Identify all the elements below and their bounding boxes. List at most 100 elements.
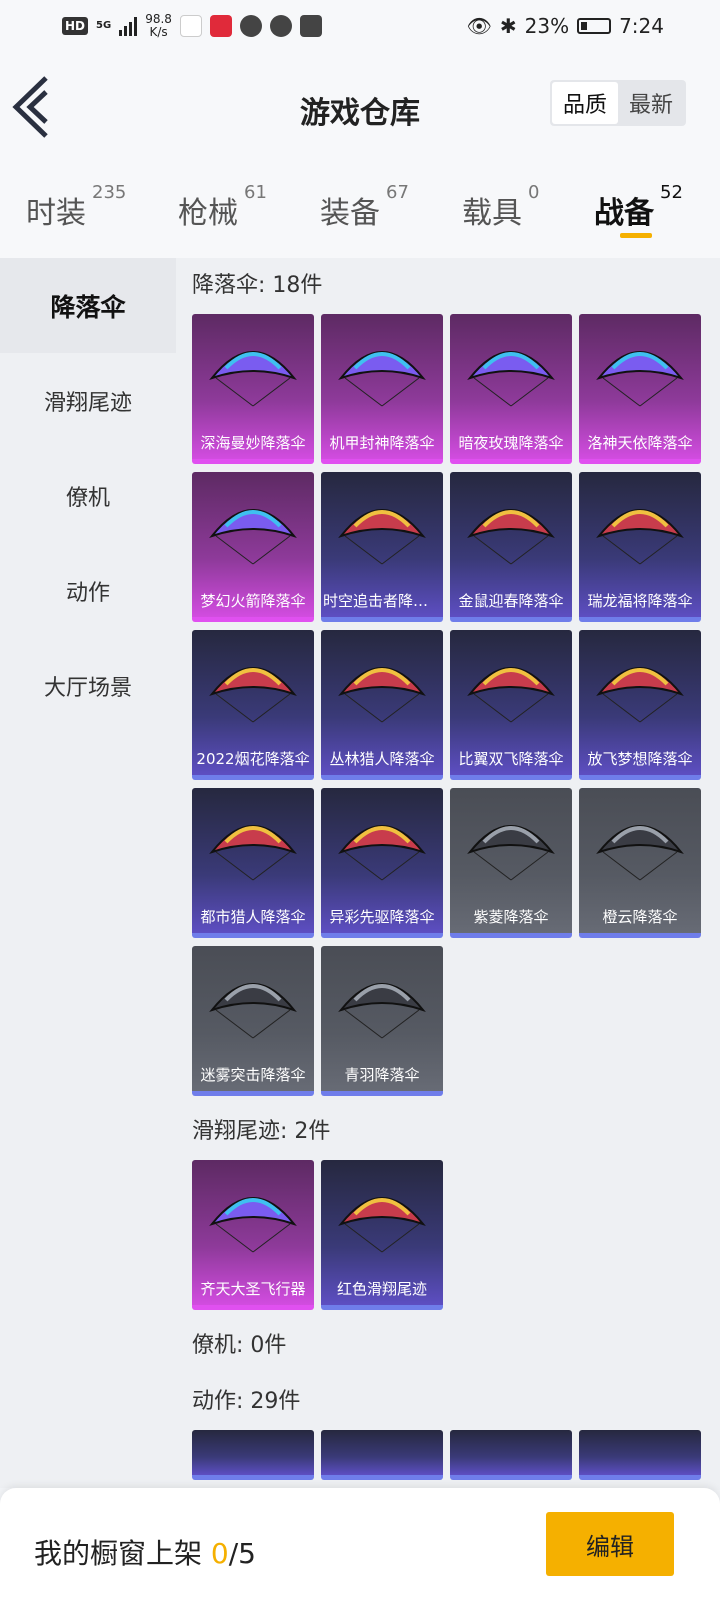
item-card[interactable]: 瑞龙福将降落伞 — [579, 472, 701, 622]
item-card[interactable]: 时空追击者降落... — [321, 472, 443, 622]
item-card[interactable]: 梦幻火箭降落伞 — [192, 472, 314, 622]
item-card[interactable]: 比翼双飞降落伞 — [450, 630, 572, 780]
parachute-art-icon — [338, 825, 426, 881]
item-card[interactable]: 深海曼妙降落伞 — [192, 314, 314, 464]
item-card[interactable] — [450, 1430, 572, 1480]
item-card[interactable]: 丛林猎人降落伞 — [321, 630, 443, 780]
item-card[interactable] — [579, 1430, 701, 1480]
hd-badge: HD — [62, 17, 89, 35]
edit-button[interactable]: 编辑 — [546, 1512, 674, 1576]
item-name: 洛神天依降落伞 — [587, 434, 693, 452]
item-card[interactable]: 暗夜玫瑰降落伞 — [450, 314, 572, 464]
parachute-art-icon — [209, 351, 297, 407]
item-card[interactable] — [192, 1430, 314, 1480]
active-tab-indicator — [620, 233, 652, 238]
showcase-status: 我的橱窗上架 0/5 — [34, 1537, 256, 1570]
item-card[interactable]: 橙云降落伞 — [579, 788, 701, 938]
tab-count: 235 — [92, 182, 127, 203]
item-card[interactable]: 青羽降落伞 — [321, 946, 443, 1096]
parachute-art-icon — [209, 825, 297, 881]
parachute-art-icon — [209, 1197, 297, 1253]
parachute-art-icon — [209, 667, 297, 723]
item-name: 瑞龙福将降落伞 — [587, 592, 693, 610]
tab-count: 67 — [386, 182, 409, 203]
item-card[interactable]: 迷雾突击降落伞 — [192, 946, 314, 1096]
tab-equipment[interactable]: 装备 67 — [320, 162, 462, 258]
header: 游戏仓库 品质 最新 — [0, 52, 720, 162]
shopping-bag-icon — [299, 15, 322, 37]
item-name: 时空追击者降落... — [323, 592, 443, 610]
parachute-art-icon — [338, 983, 426, 1039]
sort-by-newest[interactable]: 最新 — [618, 82, 684, 124]
parachute-art-icon — [467, 509, 555, 565]
item-name: 橙云降落伞 — [602, 908, 678, 926]
item-name: 齐天大圣飞行器 — [200, 1280, 306, 1298]
app-notification-icon — [209, 15, 232, 37]
bottom-bar: 我的橱窗上架 0/5 编辑 — [0, 1488, 720, 1600]
section-title-glide-trail: 滑翔尾迹: 2件 — [192, 1119, 331, 1144]
tab-label: 时装 — [26, 196, 86, 231]
item-name: 红色滑翔尾迹 — [336, 1280, 427, 1298]
item-card[interactable]: 洛神天依降落伞 — [579, 314, 701, 464]
sidebar-item-wingman[interactable]: 僚机 — [0, 448, 176, 543]
app-notification-icon — [179, 15, 202, 37]
tab-label: 载具 — [462, 196, 522, 231]
signal-icon — [119, 16, 138, 36]
parachute-art-icon — [596, 825, 684, 881]
item-name: 青羽降落伞 — [344, 1066, 420, 1084]
item-card[interactable]: 齐天大圣飞行器 — [192, 1160, 314, 1310]
clock: 7:24 — [619, 14, 664, 38]
item-card[interactable]: 异彩先驱降落伞 — [321, 788, 443, 938]
item-card[interactable]: 放飞梦想降落伞 — [579, 630, 701, 780]
parachute-art-icon — [596, 509, 684, 565]
status-bar: HD 5G 98.8 K/s 👁 ✱ 23% 7:24 — [0, 0, 720, 52]
tab-count: 61 — [244, 182, 267, 203]
item-card[interactable]: 机甲封神降落伞 — [321, 314, 443, 464]
network-speed: 98.8 K/s — [145, 12, 172, 39]
battery-percent: 23% — [524, 14, 570, 38]
qq-icon — [239, 15, 262, 37]
item-card[interactable]: 2022烟花降落伞 — [192, 630, 314, 780]
wechat-icon — [269, 15, 292, 37]
showcase-total: /5 — [228, 1537, 256, 1570]
tab-fashion[interactable]: 时装 235 — [26, 162, 178, 258]
item-name: 都市猎人降落伞 — [200, 908, 306, 926]
tab-weapons[interactable]: 枪械 61 — [178, 162, 320, 258]
item-name: 放飞梦想降落伞 — [587, 750, 693, 768]
item-card[interactable]: 都市猎人降落伞 — [192, 788, 314, 938]
parachute-art-icon — [338, 1197, 426, 1253]
item-name: 暗夜玫瑰降落伞 — [458, 434, 564, 452]
tab-combat-gear[interactable]: 战备 52 — [594, 162, 714, 258]
item-name: 2022烟花降落伞 — [196, 750, 310, 768]
emote-grid — [192, 1430, 720, 1480]
sidebar-item-parachute[interactable]: 降落伞 — [0, 258, 176, 353]
item-name: 金鼠迎春降落伞 — [458, 592, 564, 610]
item-name: 异彩先驱降落伞 — [329, 908, 435, 926]
item-card[interactable]: 紫菱降落伞 — [450, 788, 572, 938]
tab-count: 0 — [528, 182, 540, 203]
item-name: 梦幻火箭降落伞 — [200, 592, 306, 610]
item-name: 比翼双飞降落伞 — [458, 750, 564, 768]
parachute-art-icon — [209, 983, 297, 1039]
section-title-parachute: 降落伞: 18件 — [192, 273, 323, 298]
tab-vehicles[interactable]: 载具 0 — [462, 162, 594, 258]
status-left: HD 5G 98.8 K/s — [62, 13, 322, 39]
parachute-art-icon — [338, 351, 426, 407]
parachute-art-icon — [596, 667, 684, 723]
parachute-art-icon — [467, 351, 555, 407]
section-title-emote: 动作: 29件 — [192, 1389, 301, 1414]
tab-label: 装备 — [320, 196, 380, 231]
parachute-grid: 深海曼妙降落伞 机甲封神降落伞 暗夜玫瑰降落伞 洛神天依降落伞梦幻火箭降落伞 时空追击者… — [192, 314, 720, 1096]
sort-toggle: 品质 最新 — [550, 80, 686, 126]
category-tabs: 时装 235 枪械 61 装备 67 载具 0 战备 52 — [0, 162, 720, 258]
item-card[interactable]: 红色滑翔尾迹 — [321, 1160, 443, 1310]
item-list[interactable]: 降落伞: 18件 深海曼妙降落伞 机甲封神降落伞 暗夜玫瑰降落伞 洛神天依降落伞梦幻火… — [176, 258, 720, 1490]
item-card[interactable]: 金鼠迎春降落伞 — [450, 472, 572, 622]
item-card[interactable] — [321, 1430, 443, 1480]
sidebar-item-lobby-scene[interactable]: 大厅场景 — [0, 638, 176, 733]
item-name: 紫菱降落伞 — [473, 908, 549, 926]
sort-by-quality[interactable]: 品质 — [552, 82, 618, 124]
sidebar-item-glide-trail[interactable]: 滑翔尾迹 — [0, 353, 176, 448]
section-title-wingman: 僚机: 0件 — [192, 1333, 287, 1358]
sidebar-item-emote[interactable]: 动作 — [0, 543, 176, 638]
